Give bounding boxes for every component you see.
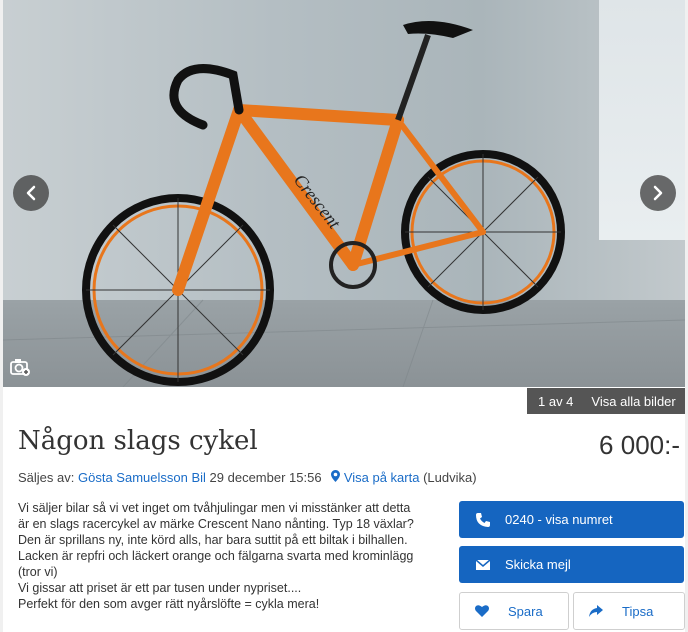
gallery-info-bar: 1 av 4 Visa alla bilder [527,388,685,414]
show-phone-label: 0240 - visa numret [505,512,613,527]
chevron-left-icon [26,185,36,201]
image-gallery[interactable]: Crescent [3,0,685,387]
share-button[interactable]: Tipsa [573,592,685,630]
chevron-right-icon [653,185,663,201]
share-arrow-icon [588,603,604,619]
envelope-icon [475,557,491,573]
send-email-label: Skicka mejl [505,557,571,572]
show-all-images-link[interactable]: Visa alla bilder [583,394,683,409]
listing-title: Någon slags cykel [18,426,258,456]
phone-icon [475,512,491,528]
show-map-link[interactable]: Visa på karta [344,470,420,485]
send-email-button[interactable]: Skicka mejl [459,546,684,583]
listing-meta: Säljes av: Gösta Samuelsson Bil 29 decem… [18,470,477,485]
show-phone-button[interactable]: 0240 - visa numret [459,501,684,538]
seller-prefix: Säljes av: [18,470,75,485]
gallery-prev-button[interactable] [13,175,49,211]
image-counter: 1 av 4 [538,393,574,409]
camera-icon [9,356,31,378]
save-button[interactable]: Spara [459,592,569,630]
listing-description: Vi säljer bilar så vi vet inget om tvåhj… [18,501,414,611]
listing-location: (Ludvika) [423,470,477,485]
listing-date: 29 december 15:56 [209,470,322,485]
share-label: Tipsa [622,603,654,619]
listing-price: 6 000:- [599,430,680,460]
save-label: Spara [508,603,543,619]
map-pin-icon [331,470,341,485]
ad-card: Crescent 1 av 4 Visa alla bilder Någon s… [3,0,685,632]
gallery-next-button[interactable] [640,175,676,211]
heart-icon [474,603,490,619]
seller-link[interactable]: Gösta Samuelsson Bil [78,470,206,485]
bike-photo: Crescent [3,21,685,387]
